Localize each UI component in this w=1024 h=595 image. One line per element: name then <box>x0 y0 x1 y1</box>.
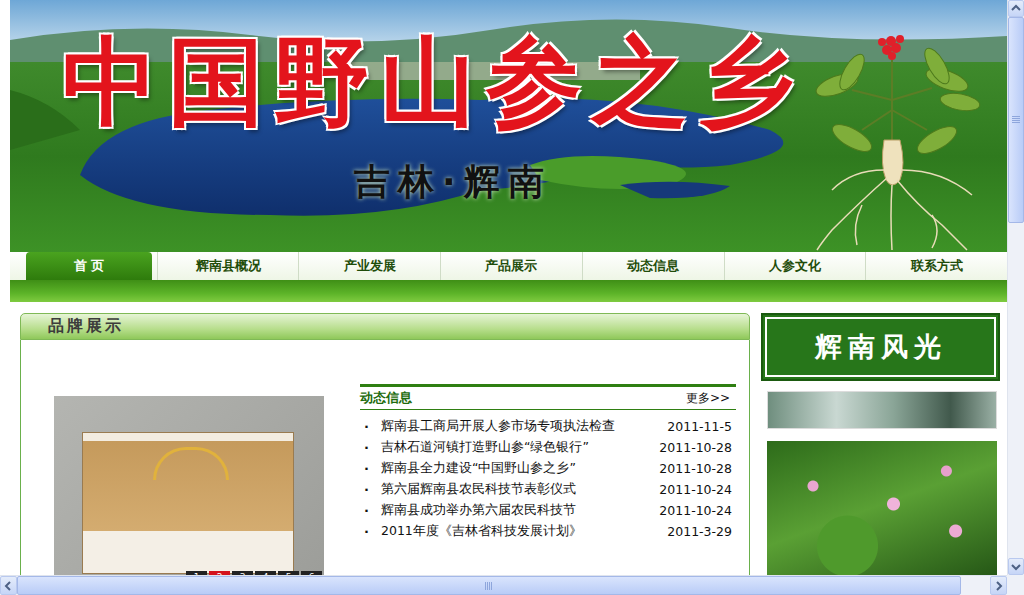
grip-icon <box>1012 116 1020 124</box>
slide-pager: 123456 <box>186 571 322 575</box>
more-link[interactable]: 更多>> <box>686 390 730 407</box>
bullet: · <box>360 461 381 476</box>
news-link[interactable]: 辉南县全力建设“中国野山参之乡” <box>381 460 657 477</box>
slide-button[interactable]: 3 <box>232 571 253 575</box>
news-list: ·辉南县工商局开展人参市场专项执法检查2011-11-5·吉林石道河镇打造野山参… <box>360 410 736 542</box>
news-date: 2011-10-24 <box>659 482 736 497</box>
product-photo[interactable]: 123456 <box>54 396 324 575</box>
slide-button[interactable]: 1 <box>186 571 207 575</box>
bullet: · <box>360 440 381 455</box>
scenery-photo[interactable] <box>767 441 997 575</box>
scroll-up-button[interactable] <box>1008 0 1024 17</box>
scroll-thumb[interactable] <box>1008 17 1024 223</box>
nav-bar: 首 页辉南县概况产业发展产品展示动态信息人参文化联系方式 <box>10 252 1007 280</box>
scenery-title[interactable]: 辉南风光 <box>761 313 1000 381</box>
news-link[interactable]: 2011年度《吉林省科技发展计划》 <box>381 523 657 540</box>
ginseng-icon <box>792 30 1007 252</box>
scroll-track[interactable] <box>17 576 990 595</box>
brand-panel: 品牌展示123456动态信息更多>>·辉南县工商局开展人参市场专项执法检查201… <box>20 313 750 575</box>
nav-tab[interactable]: 人参文化 <box>724 252 866 280</box>
news-link[interactable]: 辉南县工商局开展人参市场专项执法检查 <box>381 418 657 435</box>
page: 中国野山参之乡吉林·辉南首 页辉南县概况产业发展产品展示动态信息人参文化联系方式… <box>10 0 1007 575</box>
arrow-down-icon <box>1011 562 1021 572</box>
nav-tab[interactable]: 联系方式 <box>865 252 1007 280</box>
main-content: 品牌展示123456动态信息更多>>·辉南县工商局开展人参市场专项执法检查201… <box>10 302 1007 575</box>
panel-body: 123456动态信息更多>>·辉南县工商局开展人参市场专项执法检查2011-11… <box>20 340 750 575</box>
news-link[interactable]: 第六届辉南县农民科技节表彰仪式 <box>381 481 657 498</box>
nav-tab[interactable]: 动态信息 <box>582 252 724 280</box>
scenery-column: 辉南风光 <box>761 313 1000 575</box>
news-header: 动态信息 更多>> <box>360 387 736 410</box>
site-title: 中国野山参之乡 <box>62 30 1007 136</box>
grip-icon <box>485 582 493 590</box>
scroll-right-button[interactable] <box>990 576 1007 595</box>
scroll-track[interactable] <box>1008 17 1024 558</box>
slide-button[interactable]: 2 <box>209 571 230 575</box>
news-item[interactable]: ·辉南县工商局开展人参市场专项执法检查 2011-11-5 <box>360 416 736 437</box>
news-box: 动态信息更多>>·辉南县工商局开展人参市场专项执法检查2011-11-5·吉林石… <box>360 384 736 542</box>
news-item[interactable]: ·辉南县全力建设“中国野山参之乡”2011-10-28 <box>360 458 736 479</box>
horizontal-scrollbar[interactable] <box>0 575 1007 595</box>
banner: 中国野山参之乡吉林·辉南 <box>10 0 1007 252</box>
viewport: 中国野山参之乡吉林·辉南首 页辉南县概况产业发展产品展示动态信息人参文化联系方式… <box>0 0 1007 575</box>
scenery-strip-photo[interactable] <box>767 391 997 429</box>
nav-tab[interactable]: 产业发展 <box>298 252 440 280</box>
news-item[interactable]: ·吉林石道河镇打造野山参“绿色银行”2011-10-28 <box>360 437 736 458</box>
bullet: · <box>360 524 381 539</box>
news-link[interactable]: 辉南县成功举办第六届农民科技节 <box>381 502 657 519</box>
news-link[interactable]: 吉林石道河镇打造野山参“绿色银行” <box>381 439 657 456</box>
nav-band <box>10 280 1007 302</box>
bullet: · <box>360 503 381 518</box>
nav-tab[interactable]: 首 页 <box>26 252 152 280</box>
bag-handle <box>153 447 229 480</box>
news-item[interactable]: ·第六届辉南县农民科技节表彰仪式2011-10-24 <box>360 479 736 500</box>
arrow-up-icon <box>1011 4 1021 14</box>
slide-button[interactable]: 4 <box>255 571 276 575</box>
browser-frame: 中国野山参之乡吉林·辉南首 页辉南县概况产业发展产品展示动态信息人参文化联系方式… <box>0 0 1024 595</box>
slide-button[interactable]: 5 <box>278 571 299 575</box>
news-date: 2011-10-24 <box>659 503 736 518</box>
scroll-thumb[interactable] <box>17 576 961 595</box>
vertical-scrollbar[interactable] <box>1007 0 1024 575</box>
news-date: 2011-11-5 <box>667 419 736 434</box>
news-date: 2011-10-28 <box>659 461 736 476</box>
scroll-down-button[interactable] <box>1008 558 1024 575</box>
bullet: · <box>360 419 381 434</box>
news-title: 动态信息 <box>360 389 412 407</box>
news-item[interactable]: ·2011年度《吉林省科技发展计划》 2011-3-29 <box>360 521 736 542</box>
slide-button[interactable]: 6 <box>301 571 322 575</box>
nav-tab[interactable]: 产品展示 <box>440 252 582 280</box>
site-subtitle: 吉林·辉南 <box>354 158 1007 207</box>
panel-header: 品牌展示 <box>20 313 750 340</box>
bullet: · <box>360 482 381 497</box>
scroll-left-button[interactable] <box>0 576 17 595</box>
scroll-corner <box>1007 575 1024 595</box>
news-date: 2011-3-29 <box>667 524 736 539</box>
news-date: 2011-10-28 <box>659 440 736 455</box>
news-item[interactable]: ·辉南县成功举办第六届农民科技节2011-10-24 <box>360 500 736 521</box>
arrow-left-icon <box>4 581 14 591</box>
arrow-right-icon <box>994 581 1004 591</box>
nav-tab[interactable]: 辉南县概况 <box>157 252 299 280</box>
bag-image <box>82 432 294 574</box>
